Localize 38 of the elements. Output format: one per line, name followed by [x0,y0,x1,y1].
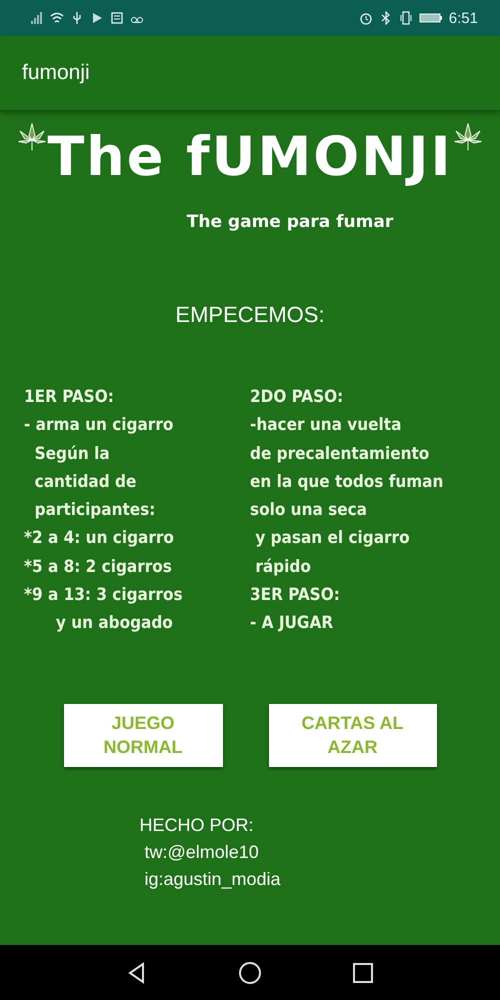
heading: EMPECEMOS: [175,302,325,328]
instruction-line: 1ER PASO: [24,386,115,409]
instruction-line: y pasan el cigarro [254,527,411,550]
app-title: fumonji [22,61,90,85]
instruction-line: - A JUGAR [250,612,334,636]
credit-line: HECHO POR: [139,814,254,837]
clock-time: 6:51 [448,10,478,26]
instruction-line: - arma un cigarro [24,414,174,438]
home-icon[interactable] [238,960,262,984]
instruction-line: -hacer una vuelta [250,414,402,438]
mode-button[interactable]: CARTAS AL AZAR [268,704,436,767]
instruction-line: 2DO PASO: [250,386,344,409]
instruction-line: *9 a 13: 3 cigarros [24,584,184,608]
instruction-line: participantes: [34,499,156,522]
instruction-line: en la que todos fuman [250,470,444,494]
recents-icon[interactable] [351,960,376,984]
credit-line: tw:@elmole10 [143,840,260,864]
credit-line: ig:agustin_modia [143,868,281,891]
vibrate-icon [398,11,413,25]
logo-title: The fUMONJI [47,124,453,190]
leaf-icon [452,122,483,152]
wifi-icon [50,11,64,25]
instruction-line: y un abogado [54,612,174,636]
instruction-line: *2 a 4: un cigarro [24,527,175,550]
instruction-line: cantidad de [34,470,138,494]
instruction-line: Según la [34,442,111,466]
instruction-line: *5 a 8: 2 cigarros [24,556,173,579]
signal-icon [30,11,44,25]
leaf-icon [17,122,48,152]
alarm-icon [358,11,373,25]
logo-subtitle: The game para fumar [186,212,394,232]
instruction-line: rápido [254,556,312,579]
mode-button[interactable]: JUEGO NORMAL [64,704,222,767]
battery-icon [418,11,443,25]
instruction-line: 3ER PASO: [250,584,341,608]
instruction-line: solo una seca [250,499,368,522]
news-icon [110,11,124,25]
instruction-line: de precalentamiento [250,442,430,466]
